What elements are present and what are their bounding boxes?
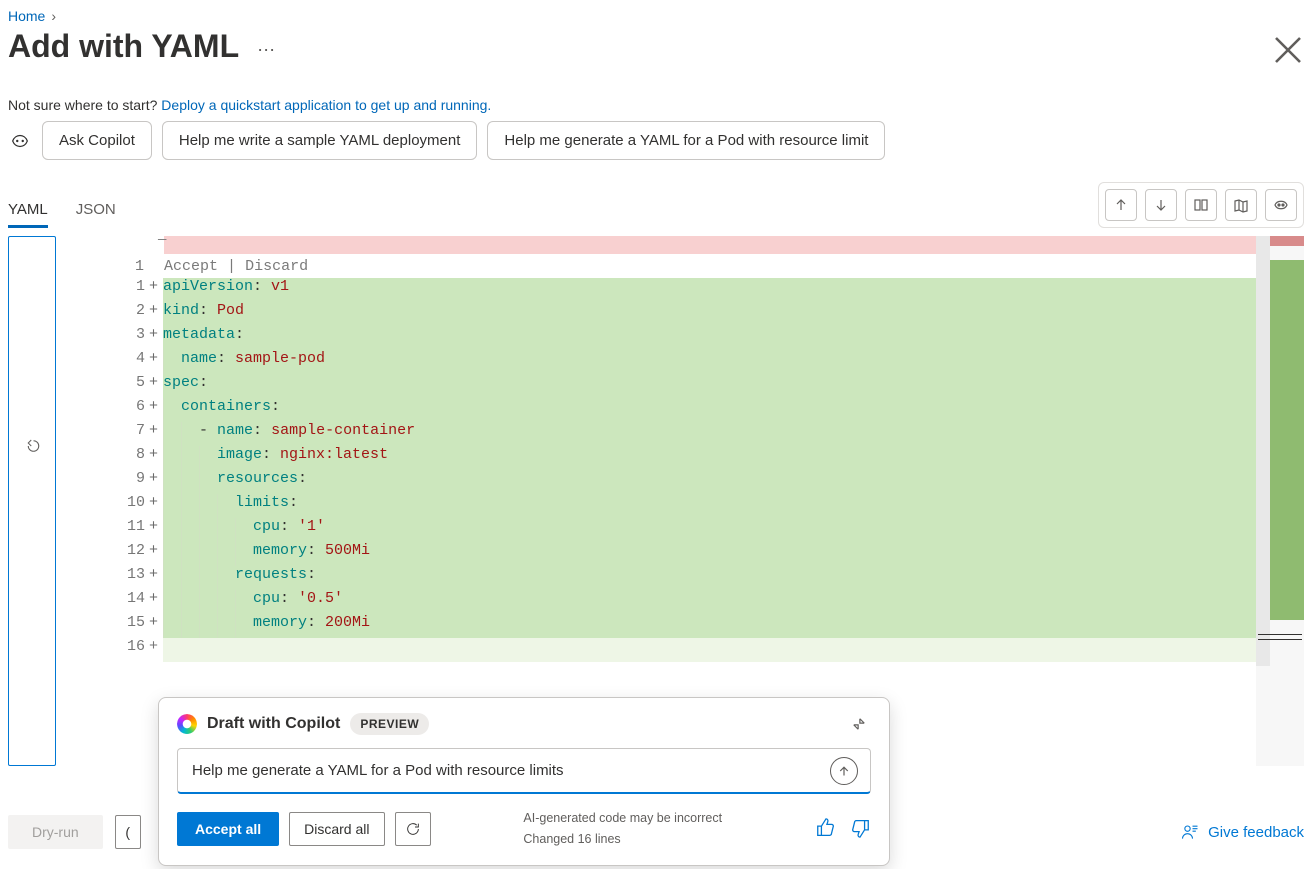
copilot-input-row: [177, 748, 871, 794]
suggestion-pill-0[interactable]: Ask Copilot: [42, 121, 152, 160]
collapse-panel-button[interactable]: [847, 712, 871, 736]
suggestion-pill-1[interactable]: Help me write a sample YAML deployment: [162, 121, 478, 160]
download-button[interactable]: [1145, 189, 1177, 221]
code-line[interactable]: 14+cpu: '0.5': [64, 590, 1304, 614]
code-area[interactable]: 1 Accept | Discard 1+apiVersion: v12+kin…: [64, 236, 1304, 766]
copilot-button[interactable]: [1265, 189, 1297, 221]
compare-icon: [1193, 197, 1209, 213]
minimap-viewport[interactable]: [1256, 236, 1270, 666]
copilot-icon: [8, 130, 32, 152]
thumbs-down-icon: [849, 817, 871, 839]
suggestion-pill-2[interactable]: Help me generate a YAML for a Pod with r…: [487, 121, 885, 160]
suggestion-row: Ask Copilot Help me write a sample YAML d…: [8, 121, 968, 160]
inline-discard[interactable]: Discard: [245, 258, 308, 275]
format-tabs: YAML JSON: [8, 195, 116, 228]
dry-run-button[interactable]: Dry-run: [8, 815, 103, 849]
inline-accept[interactable]: Accept: [164, 258, 218, 275]
hint-text: Not sure where to start?: [8, 97, 161, 113]
inline-diff-actions: 1 Accept | Discard: [109, 254, 1304, 278]
map-icon: [1233, 197, 1249, 213]
thumbs-up-icon: [815, 817, 837, 839]
minimap[interactable]: [1256, 236, 1304, 766]
give-feedback-link[interactable]: Give feedback: [1180, 822, 1304, 842]
page-title: Add with YAML: [8, 26, 239, 73]
more-actions-button[interactable]: ⋯: [257, 41, 277, 59]
copilot-prompt-input[interactable]: [190, 761, 830, 780]
copilot-panel: Draft with Copilot PREVIEW Accept all Di…: [158, 697, 890, 866]
deleted-line-band: [164, 236, 1256, 254]
code-line[interactable]: 13+requests:: [64, 566, 1304, 590]
tab-yaml[interactable]: YAML: [8, 195, 48, 228]
thumbs-down-button[interactable]: [849, 817, 871, 842]
copilot-panel-title: Draft with Copilot: [207, 715, 340, 733]
original-line-number: 1: [109, 258, 164, 275]
tab-json[interactable]: JSON: [76, 195, 116, 228]
collapse-icon: [852, 717, 866, 731]
minimap-caret: [1258, 634, 1302, 640]
quickstart-link[interactable]: Deploy a quickstart application to get u…: [161, 97, 491, 113]
code-line[interactable]: 15+memory: 200Mi: [64, 614, 1304, 638]
code-line[interactable]: 9+resources:: [64, 470, 1304, 494]
code-line[interactable]: 7+- name: sample-container: [64, 422, 1304, 446]
code-line[interactable]: 1+apiVersion: v1: [64, 278, 1304, 302]
discard-all-button[interactable]: Discard all: [289, 812, 384, 846]
upload-icon: [1113, 197, 1129, 213]
close-button[interactable]: [1272, 34, 1304, 66]
thumbs-up-button[interactable]: [815, 817, 837, 842]
breadcrumb: Home ›: [8, 4, 1304, 26]
code-line[interactable]: 6+containers:: [64, 398, 1304, 422]
preview-badge: PREVIEW: [350, 713, 429, 735]
revert-icon: [23, 437, 41, 455]
arrow-up-icon: [838, 765, 850, 777]
minimap-deleted-marker: [1270, 236, 1304, 246]
copilot-logo-icon: [177, 714, 197, 734]
download-icon: [1153, 197, 1169, 213]
feedback-icon: [1180, 822, 1200, 842]
close-icon: [1272, 34, 1304, 66]
editor-toolbar: [1098, 182, 1304, 228]
breadcrumb-home[interactable]: Home: [8, 8, 45, 24]
clipped-button[interactable]: (: [115, 815, 141, 849]
code-line[interactable]: 4+name: sample-pod: [64, 350, 1304, 374]
code-line[interactable]: 5+spec:: [64, 374, 1304, 398]
upload-button[interactable]: [1105, 189, 1137, 221]
code-line[interactable]: 3+metadata:: [64, 326, 1304, 350]
code-line[interactable]: 10+limits:: [64, 494, 1304, 518]
revert-gutter[interactable]: [8, 236, 56, 766]
code-line[interactable]: 16+: [64, 638, 1304, 662]
copilot-icon: [1273, 197, 1289, 213]
code-line[interactable]: 12+memory: 500Mi: [64, 542, 1304, 566]
editor: 1 Accept | Discard 1+apiVersion: v12+kin…: [8, 236, 1304, 766]
copilot-note: AI-generated code may be incorrect Chang…: [523, 808, 722, 851]
copilot-send-button[interactable]: [830, 757, 858, 785]
code-line[interactable]: 8+image: nginx:latest: [64, 446, 1304, 470]
code-line[interactable]: 2+kind: Pod: [64, 302, 1304, 326]
retry-icon: [405, 821, 421, 837]
compare-button[interactable]: [1185, 189, 1217, 221]
accept-all-button[interactable]: Accept all: [177, 812, 279, 846]
map-button[interactable]: [1225, 189, 1257, 221]
hint-row: Not sure where to start? Deploy a quicks…: [8, 73, 1304, 121]
retry-button[interactable]: [395, 812, 431, 846]
code-line[interactable]: 11+cpu: '1': [64, 518, 1304, 542]
chevron-right-icon: ›: [51, 8, 56, 24]
minimap-added-marker: [1270, 260, 1304, 620]
